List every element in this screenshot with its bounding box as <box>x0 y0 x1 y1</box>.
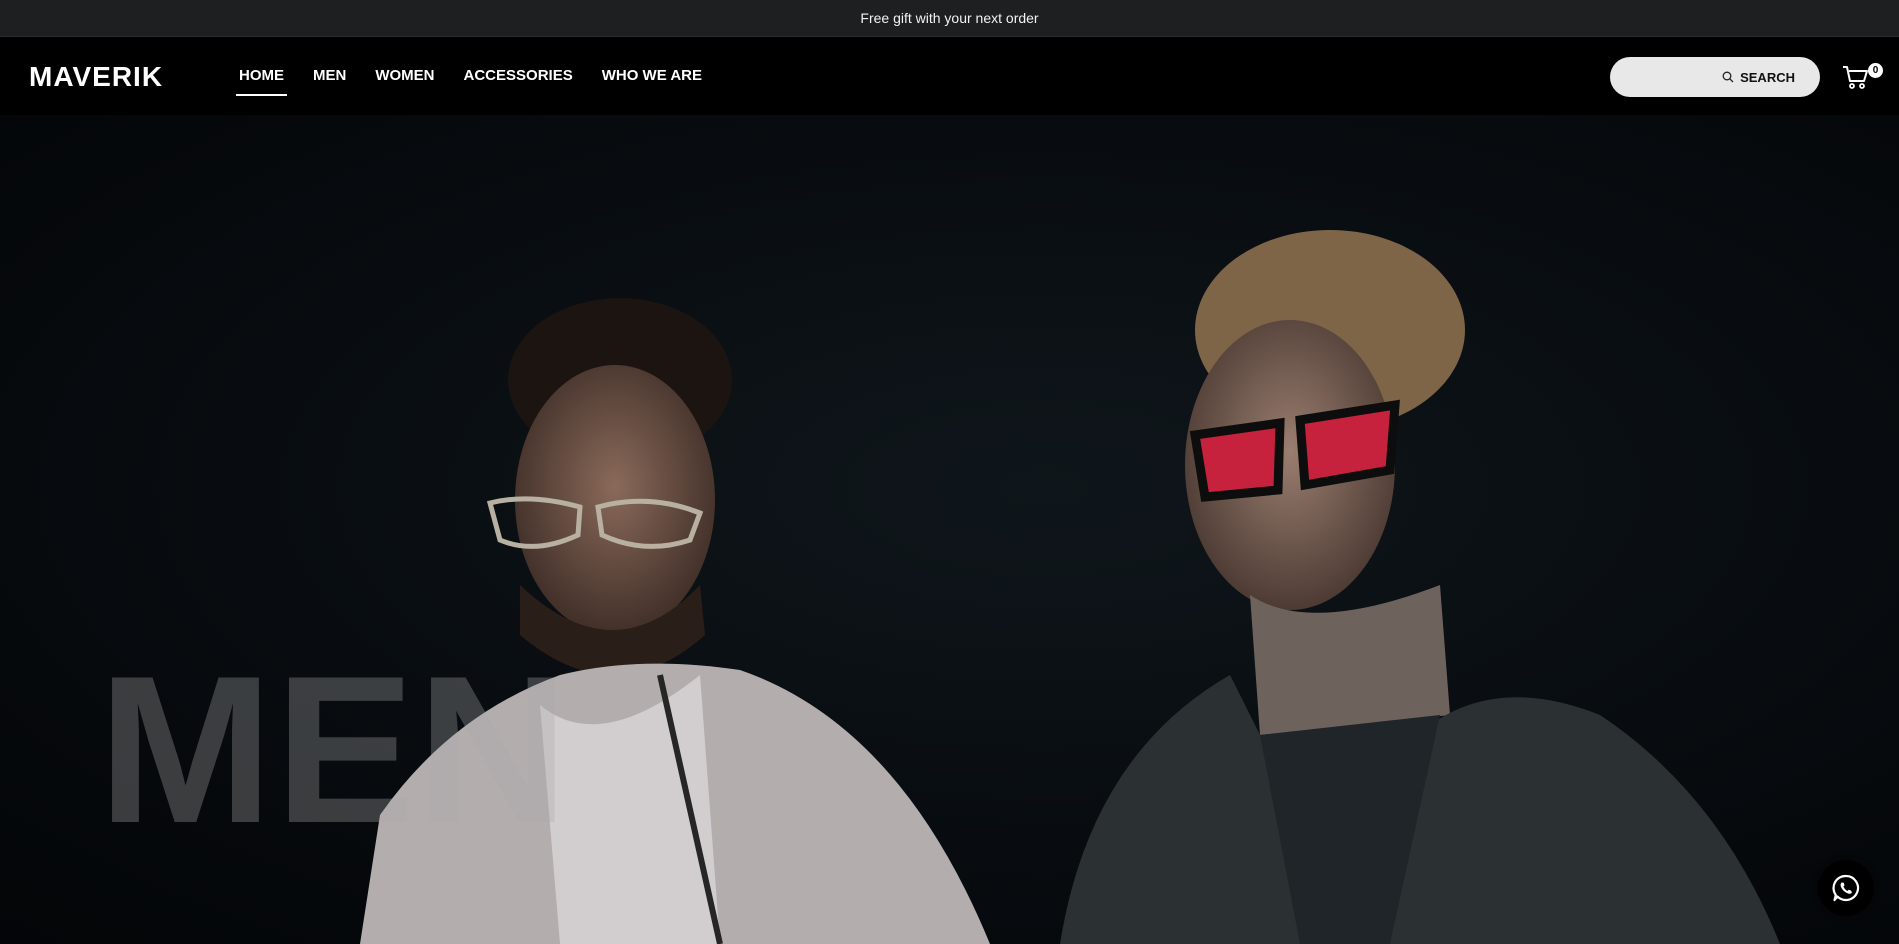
announcement-text: Free gift with your next order <box>860 10 1039 26</box>
cart-button[interactable]: 0 <box>1838 59 1883 95</box>
nav-item-men[interactable]: MEN <box>310 64 349 96</box>
search-button-label[interactable]: SEARCH <box>1740 70 1795 85</box>
whatsapp-icon <box>1832 874 1860 902</box>
main-nav: HOME MEN WOMEN ACCESSORIES WHO WE ARE <box>236 64 728 96</box>
site-header: MAVERIK HOME MEN WOMEN ACCESSORIES WHO W… <box>0 37 1899 115</box>
cart-icon <box>1843 66 1868 89</box>
nav-item-who-we-are[interactable]: WHO WE ARE <box>599 64 705 96</box>
whatsapp-chat-button[interactable] <box>1818 860 1874 916</box>
hero-title: MEN <box>98 632 571 867</box>
nav-item-accessories[interactable]: ACCESSORIES <box>461 64 576 96</box>
brand-logo[interactable]: MAVERIK <box>29 61 163 93</box>
search-bar[interactable]: SEARCH <box>1610 57 1820 97</box>
hero-banner[interactable]: MEN <box>0 115 1899 944</box>
nav-item-home[interactable]: HOME <box>236 64 287 96</box>
nav-item-women[interactable]: WOMEN <box>372 64 437 96</box>
cart-count-badge: 0 <box>1868 63 1883 78</box>
search-input[interactable] <box>1626 65 1726 89</box>
announcement-bar: Free gift with your next order <box>0 0 1899 37</box>
